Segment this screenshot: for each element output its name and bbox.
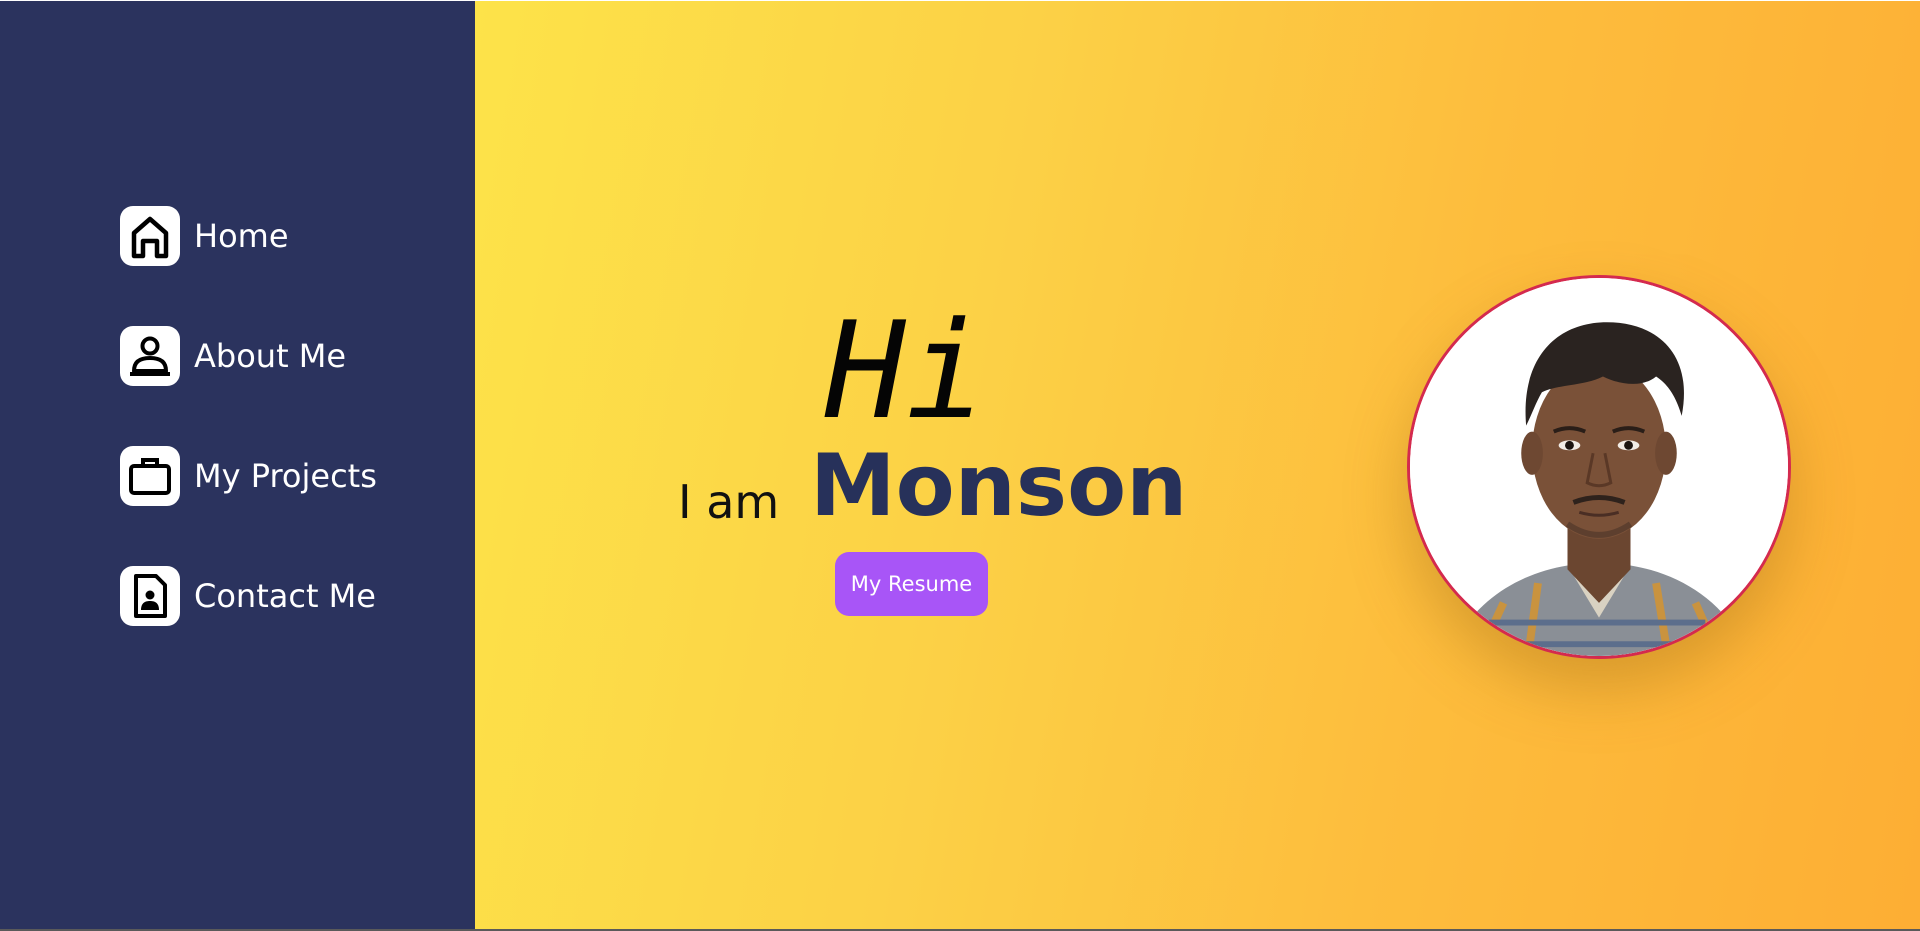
profile-photo bbox=[1407, 275, 1791, 659]
home-icon bbox=[120, 206, 180, 266]
contact-card-icon bbox=[120, 566, 180, 626]
sidebar-item-label: About Me bbox=[194, 337, 347, 375]
user-icon bbox=[120, 326, 180, 386]
sidebar-item-label: My Projects bbox=[194, 457, 377, 495]
briefcase-icon bbox=[120, 446, 180, 506]
greeting-text: Hi bbox=[825, 293, 987, 449]
name-heading: Monson bbox=[810, 436, 1188, 536]
hero-section: Hi I am Monson My Resume bbox=[475, 1, 1920, 929]
intro-text: I am bbox=[678, 475, 780, 529]
resume-button[interactable]: My Resume bbox=[835, 552, 988, 616]
sidebar-item-home[interactable]: Home bbox=[120, 206, 289, 266]
sidebar-item-contact-me[interactable]: Contact Me bbox=[120, 566, 376, 626]
sidebar-item-label: Contact Me bbox=[194, 577, 376, 615]
sidebar-item-my-projects[interactable]: My Projects bbox=[120, 446, 377, 506]
sidebar: Home About Me My Projects Contact Me bbox=[0, 1, 475, 929]
sidebar-item-about-me[interactable]: About Me bbox=[120, 326, 346, 386]
sidebar-item-label: Home bbox=[194, 217, 289, 255]
portfolio-page: Home About Me My Projects Contact Me Hi … bbox=[0, 0, 1920, 931]
